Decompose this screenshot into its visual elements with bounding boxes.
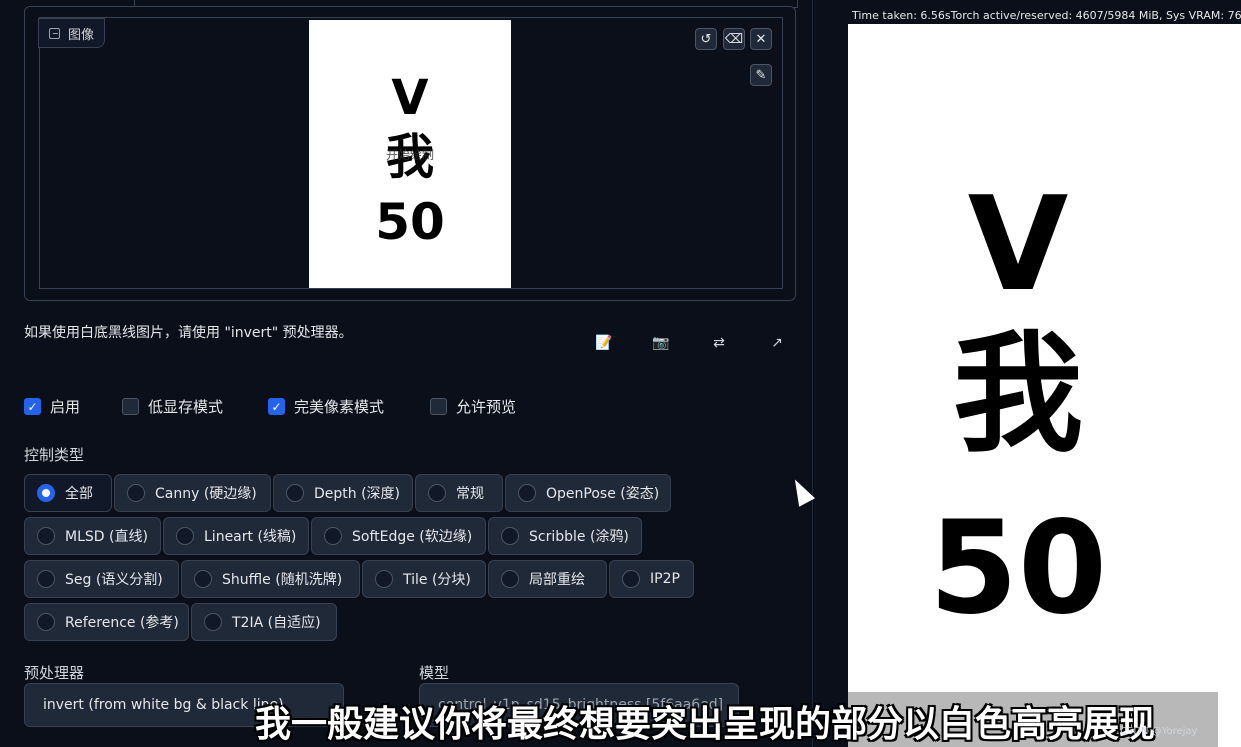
radio-dot <box>428 484 446 502</box>
model-label: 模型 <box>419 664 450 682</box>
option-label: Shuffle (随机洗牌) <box>222 572 343 588</box>
radio-dot <box>194 570 212 588</box>
option-label: Seg (语义分割) <box>65 572 163 588</box>
option-label: 局部重绘 <box>529 572 585 588</box>
control-type-option[interactable]: Seg (语义分割) <box>24 560 179 598</box>
camera-button[interactable]: 📷 <box>651 334 671 352</box>
option-label: MLSD (直线) <box>65 529 148 545</box>
radio-dot <box>37 613 55 631</box>
camera-icon: 📷 <box>652 335 670 351</box>
allow-preview-checkbox[interactable]: 允许预览 <box>430 396 516 417</box>
checkbox-label: 启用 <box>50 398 81 416</box>
control-type-option[interactable]: OpenPose (姿态) <box>505 474 671 512</box>
checkbox-box[interactable] <box>122 398 139 415</box>
send-button[interactable]: ↗ <box>767 334 787 352</box>
option-label: Depth (深度) <box>314 486 401 502</box>
option-label: Lineart (线稿) <box>204 529 297 545</box>
control-type-option[interactable]: IP2P <box>609 560 694 598</box>
option-label: 常规 <box>456 486 484 502</box>
radio-dot <box>204 613 222 631</box>
checkbox-label: 完美像素模式 <box>294 398 385 416</box>
watermark: CSDN @Yorejay <box>1120 726 1198 737</box>
preprocessor-label: 预处理器 <box>24 664 85 682</box>
edit-icon: 📝 <box>595 335 613 351</box>
control-type-option[interactable]: Tile (分块) <box>362 560 486 598</box>
output-image-line-2: 我 <box>952 318 1083 470</box>
radio-dot <box>37 570 55 588</box>
checkbox-label: 允许预览 <box>456 398 517 416</box>
option-label: Canny (硬边缘) <box>155 486 257 502</box>
swap-icon: ⇄ <box>713 335 725 351</box>
control-type-option[interactable]: SoftEdge (软边缘) <box>311 517 486 555</box>
checkbox-label: 低显存模式 <box>148 398 224 416</box>
image-icon <box>49 27 60 39</box>
radio-dot <box>622 570 640 588</box>
radio-dot <box>518 484 536 502</box>
low-vram-checkbox[interactable]: 低显存模式 <box>122 396 223 417</box>
checkbox-box[interactable]: ✓ <box>268 398 285 415</box>
radio-dot <box>375 570 393 588</box>
control-type-option[interactable]: Canny (硬边缘) <box>114 474 271 512</box>
output-image[interactable]: V 我 50 <box>848 24 1241 747</box>
radio-dot <box>501 527 519 545</box>
option-label: 全部 <box>65 486 93 502</box>
control-type-option[interactable]: Reference (参考) <box>24 603 189 641</box>
option-label: Reference (参考) <box>65 615 179 631</box>
close-icon: ✕ <box>755 31 767 47</box>
input-image[interactable]: V 我 50 开始绘制 <box>309 20 511 288</box>
image-label: 图像 <box>38 18 106 48</box>
radio-dot <box>286 484 304 502</box>
radio-dot <box>501 570 519 588</box>
option-label: Tile (分块) <box>403 572 471 588</box>
input-image-line-1: V <box>391 70 429 126</box>
radio-dot <box>37 484 55 502</box>
option-label: IP2P <box>650 571 680 587</box>
brush-button[interactable]: ✎ <box>750 64 772 86</box>
control-type-option[interactable]: MLSD (直线) <box>24 517 161 555</box>
control-type-option[interactable]: T2IA (自适应) <box>191 603 337 641</box>
option-label: T2IA (自适应) <box>232 615 321 631</box>
radio-dot <box>176 527 194 545</box>
output-image-line-3: 50 <box>928 494 1108 643</box>
output-image-line-1: V <box>967 168 1069 320</box>
option-label: Scribble (涂鸦) <box>529 529 629 545</box>
control-type-label: 控制类型 <box>24 446 85 464</box>
radio-dot <box>127 484 145 502</box>
control-type-option[interactable]: Lineart (线稿) <box>163 517 309 555</box>
control-type-option[interactable]: 局部重绘 <box>488 560 607 598</box>
invert-hint-text: 如果使用白底黑线图片，请使用 "invert" 预处理器。 <box>24 325 353 341</box>
input-image-line-3: 50 <box>375 193 445 251</box>
control-type-option[interactable]: 全部 <box>24 474 112 512</box>
video-subtitle: 我一般建议你将最终想要突出呈现的部分以白色高亮展现 <box>254 704 1155 745</box>
send-icon: ↗ <box>771 335 783 351</box>
eraser-icon: ⌫ <box>724 31 744 47</box>
undo-button[interactable]: ↺ <box>695 28 717 50</box>
clear-image-button[interactable]: ✕ <box>750 28 772 50</box>
timing-info: Time taken: 6.56sTorch active/reserved: … <box>852 9 1241 22</box>
pixel-perfect-checkbox[interactable]: ✓ 完美像素模式 <box>268 396 384 417</box>
control-type-option[interactable]: Depth (深度) <box>273 474 413 512</box>
eraser-button[interactable]: ⌫ <box>723 28 745 50</box>
radio-dot <box>37 527 55 545</box>
control-type-option[interactable]: 常规 <box>415 474 503 512</box>
radio-dot <box>324 527 342 545</box>
control-type-option[interactable]: Shuffle (随机洗牌) <box>181 560 360 598</box>
swap-button[interactable]: ⇄ <box>709 334 729 352</box>
option-label: SoftEdge (软边缘) <box>352 529 473 545</box>
checkbox-box[interactable] <box>430 398 447 415</box>
control-type-option[interactable]: Scribble (涂鸦) <box>488 517 642 555</box>
enable-checkbox[interactable]: ✓ 启用 <box>24 396 80 417</box>
undo-icon: ↺ <box>700 31 712 47</box>
start-drawing-hint: 开始绘制 <box>385 148 434 162</box>
checkbox-box[interactable]: ✓ <box>24 398 41 415</box>
image-label-text: 图像 <box>68 27 95 43</box>
pen-icon: ✎ <box>755 67 767 83</box>
panel-divider <box>812 0 813 747</box>
option-label: OpenPose (姿态) <box>546 486 660 502</box>
edit-button[interactable]: 📝 <box>594 334 614 352</box>
